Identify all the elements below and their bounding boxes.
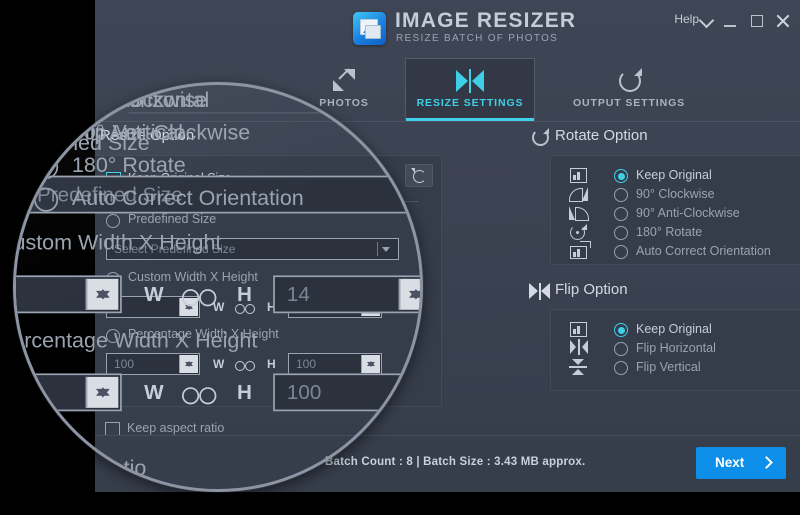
minimize-button[interactable] (720, 10, 742, 32)
percentage-width-input[interactable]: 100 (16, 373, 122, 412)
rotate-180-icon (569, 223, 587, 241)
rotate-90-cw-label: 90° Clockwise (636, 187, 715, 201)
title-bar: IMAGE RESIZER RESIZE BATCH OF PHOTOS Hel… (95, 0, 800, 58)
next-button[interactable]: Next (696, 447, 786, 479)
custom-height-stepper[interactable] (398, 278, 420, 310)
rotate-90-cw-icon (569, 185, 589, 203)
or-divider-right (128, 112, 420, 114)
flip-keep-original-label: Keep Original (636, 322, 712, 336)
rotate-option-header: Rotate Option (532, 127, 648, 146)
flip-vertical-label: Flip Vertical (71, 120, 184, 145)
height-label-2: H (237, 380, 252, 405)
custom-width-input[interactable]: 8 (16, 275, 122, 314)
rotate-auto-correct-radio[interactable] (614, 245, 628, 259)
rotate-180-label: 180° Rotate (636, 225, 703, 239)
app-title: IMAGE RESIZER (395, 9, 577, 32)
flip-option-panel: Keep Original Flip Horizontal Flip Verti… (550, 309, 800, 391)
screenshot-stage: IMAGE RESIZER RESIZE BATCH OF PHOTOS Hel… (0, 0, 800, 515)
flip-keep-original-radio[interactable] (614, 323, 628, 337)
close-button[interactable] (772, 10, 794, 32)
chevron-down-icon[interactable] (698, 12, 715, 29)
rotate-auto-correct-label: Auto Correct Orientation (71, 185, 304, 211)
width-label: W (144, 282, 164, 307)
tab-resize-settings[interactable]: RESIZE SETTINGS (405, 58, 535, 121)
rotate-180-label: 180° Rotate (71, 153, 186, 178)
height-label: H (237, 282, 252, 307)
flip-vertical-icon (569, 358, 587, 376)
flip-horizontal-icon (569, 339, 589, 355)
rotate-clockwise-icon (531, 128, 549, 150)
custom-height-input[interactable]: 14 (273, 275, 420, 314)
rotate-option-panel: Keep Original 90° Clockwise 90° Anti-Clo… (550, 155, 800, 265)
image-frame-icon (569, 320, 589, 338)
flip-horizontal-label: Flip Horizontal (71, 87, 210, 112)
link-chain-icon[interactable] (182, 289, 217, 307)
width-label-2: W (144, 380, 164, 405)
image-frame-icon (569, 166, 589, 184)
rotate-clockwise-icon (555, 68, 703, 94)
tab-output-settings-label: OUTPUT SETTINGS (572, 97, 686, 109)
percentage-wh-label: Percentage Width X Height (13, 328, 258, 353)
rotate-keep-original-label: Keep Original (636, 168, 712, 182)
maximize-button[interactable] (746, 10, 768, 32)
rotate-90-ccw-label: 90° Anti-Clockwise (636, 206, 740, 220)
rotate-180-radio[interactable] (614, 226, 628, 240)
rotate-auto-correct-label: Auto Correct Orientation (636, 244, 771, 258)
flip-vertical-radio[interactable] (614, 361, 628, 375)
tab-resize-settings-label: RESIZE SETTINGS (416, 97, 524, 109)
percentage-width-stepper[interactable] (85, 376, 119, 408)
rotate-keep-original-radio[interactable] (614, 169, 628, 183)
link-chain-icon-2[interactable] (182, 387, 217, 405)
magnifier-content: IMAGE RESIZER RESIZE BATCH OF PHOTOS Hel… (13, 85, 420, 489)
next-button-label: Next (715, 455, 745, 470)
flip-horizontal-radio[interactable] (34, 89, 59, 114)
flip-horizontal-label: Flip Horizontal (636, 341, 716, 355)
percentage-height-stepper[interactable] (398, 376, 420, 408)
flip-horizontal-radio[interactable] (614, 342, 628, 356)
flip-vertical-label: Flip Vertical (636, 360, 701, 374)
help-button[interactable]: Help (674, 12, 699, 26)
app-logo-icon (353, 12, 386, 45)
tab-output-settings[interactable]: OUTPUT SETTINGS (555, 58, 703, 121)
percentage-height-input[interactable]: 100 (273, 373, 420, 412)
flip-vertical-radio[interactable] (34, 122, 59, 147)
rotate-180-radio[interactable] (34, 155, 59, 180)
rotate-90-cw-radio[interactable] (614, 188, 628, 202)
rotate-90-ccw-radio[interactable] (614, 207, 628, 221)
flip-option-title: Flip Option (555, 281, 628, 298)
rotate-auto-correct-radio[interactable] (34, 187, 59, 212)
or-divider-left (16, 112, 64, 114)
app-subtitle: RESIZE BATCH OF PHOTOS (396, 33, 559, 44)
flip-option-header: Flip Option (529, 281, 628, 300)
chevron-right-icon (760, 456, 773, 469)
rotate-90-ccw-icon (569, 204, 589, 222)
auto-orient-icon (569, 241, 591, 260)
custom-width-stepper[interactable] (85, 278, 119, 310)
keep-aspect-ratio-label: Keep aspect ratio (16, 456, 147, 481)
custom-height-value: 14 (286, 282, 310, 307)
logo-photo-shape-2 (365, 25, 381, 39)
flip-horizontal-icon (406, 69, 534, 95)
custom-wh-label: Custom Width X Height (13, 230, 222, 255)
magnifier-lens: IMAGE RESIZER RESIZE BATCH OF PHOTOS Hel… (13, 82, 423, 492)
percentage-height-value: 100 (286, 380, 322, 405)
rotate-option-title: Rotate Option (555, 127, 648, 144)
flip-horizontal-icon (529, 283, 551, 304)
